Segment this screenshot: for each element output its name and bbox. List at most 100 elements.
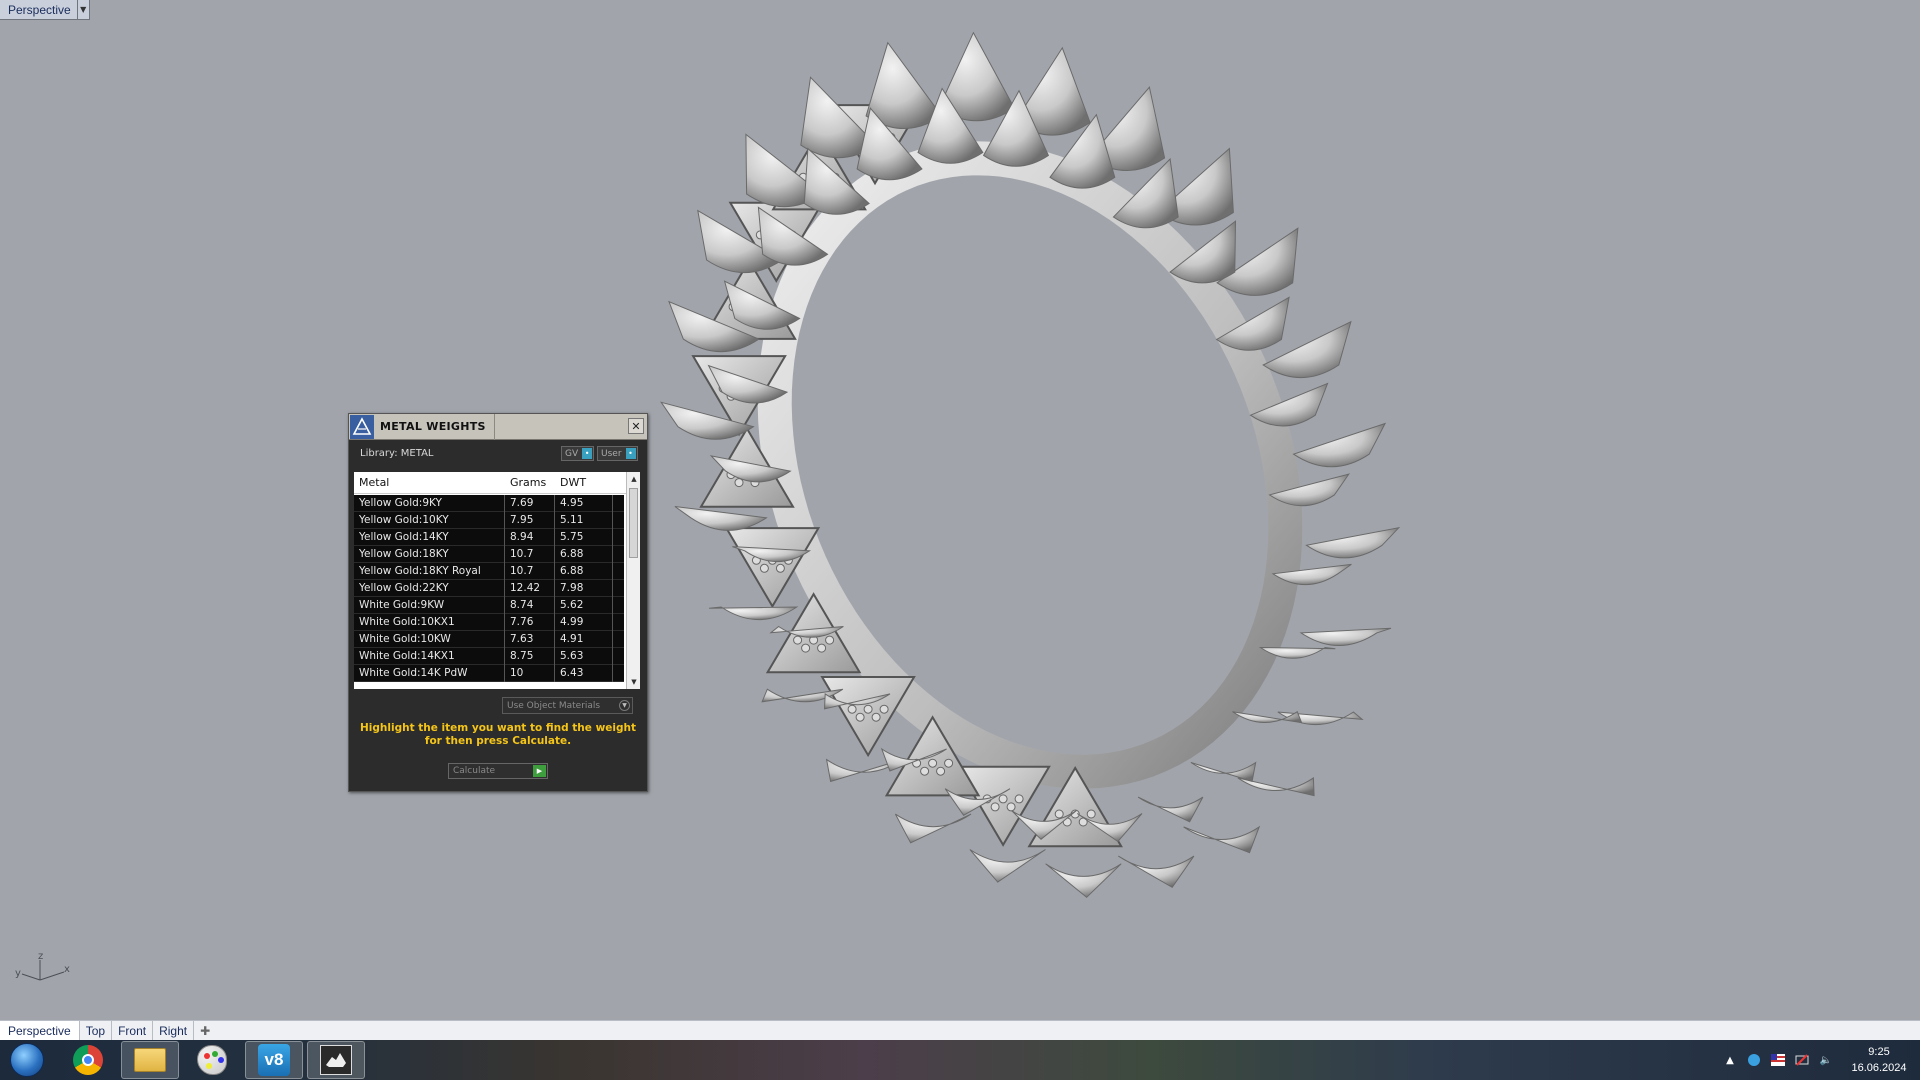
grams-cell: 7.63 <box>505 630 555 648</box>
table-row[interactable]: Yellow Gold:22KY 12.42 7.98 <box>354 579 624 597</box>
v8-icon: v8 <box>258 1044 290 1076</box>
cone-spike <box>969 849 1046 883</box>
clock[interactable]: 9:25 16.06.2024 <box>1848 1044 1910 1076</box>
metal-name-cell: Yellow Gold:18KY <box>354 545 505 563</box>
table-row[interactable]: Yellow Gold:18KY Royal 10.7 6.88 <box>354 562 624 580</box>
dwt-cell: 4.95 <box>555 494 613 512</box>
bead <box>855 712 865 722</box>
bead <box>793 635 803 645</box>
play-icon[interactable]: ▶ <box>533 765 546 777</box>
column-header-metal[interactable]: Metal <box>354 476 505 489</box>
dwt-cell: 5.63 <box>555 647 613 665</box>
dwt-cell: 6.88 <box>555 545 613 563</box>
folder-icon <box>134 1048 166 1072</box>
axis-y-label: y <box>15 968 21 979</box>
dwt-cell: 5.75 <box>555 528 613 546</box>
globe-icon[interactable] <box>1745 1051 1763 1069</box>
tab-right[interactable]: Right <box>153 1021 195 1040</box>
empty-cell <box>613 614 624 631</box>
calculate-button[interactable]: Calculate ▶ <box>448 763 548 779</box>
empty-cell <box>613 631 624 648</box>
bead <box>871 712 881 722</box>
bead <box>1054 809 1064 819</box>
grams-cell: 7.69 <box>505 494 555 512</box>
viewport-title[interactable]: Perspective ▼ <box>0 0 90 20</box>
user-toggle[interactable]: User • <box>597 446 638 461</box>
metal-weights-titlebar[interactable]: METAL WEIGHTS ✕ <box>349 414 647 440</box>
cone-spike <box>1045 863 1122 898</box>
paint-button[interactable] <box>183 1041 241 1079</box>
windows-logo-icon <box>10 1043 44 1077</box>
rhino-button[interactable] <box>307 1041 365 1079</box>
cone-spike <box>674 506 768 531</box>
grams-cell: 7.76 <box>505 613 555 631</box>
network-icon[interactable] <box>1793 1051 1811 1069</box>
start-button[interactable] <box>4 1042 50 1078</box>
language-flag-icon[interactable] <box>1769 1051 1787 1069</box>
table-row[interactable]: Yellow Gold:10KY 7.95 5.11 <box>354 511 624 529</box>
close-icon[interactable]: ✕ <box>628 418 644 434</box>
scroll-up-icon[interactable]: ▲ <box>627 472 640 486</box>
cone-spike <box>1305 526 1401 559</box>
column-header-dwt[interactable]: DWT <box>555 476 613 489</box>
metal-table-scrollbar[interactable]: ▲ ▼ <box>626 472 640 689</box>
grams-cell: 7.95 <box>505 511 555 529</box>
taskbar: v8 ▲ 🔈 9:25 16.06.2024 <box>0 1040 1920 1080</box>
show-hidden-icons-icon[interactable]: ▲ <box>1721 1051 1739 1069</box>
tab-perspective[interactable]: Perspective <box>0 1021 80 1040</box>
chevron-down-icon[interactable]: ▼ <box>619 700 630 711</box>
bead <box>928 758 938 768</box>
tab-top[interactable]: Top <box>80 1021 113 1040</box>
volume-icon[interactable]: 🔈 <box>1817 1051 1835 1069</box>
table-row[interactable]: White Gold:14K PdW 10 6.43 <box>354 664 624 682</box>
bead <box>944 758 954 768</box>
table-row[interactable]: White Gold:10KW 7.63 4.91 <box>354 630 624 648</box>
ring-model[interactable] <box>0 20 1920 1020</box>
paint-icon <box>197 1045 227 1075</box>
viewport-menu-arrow-icon[interactable]: ▼ <box>76 0 89 20</box>
empty-cell <box>613 529 624 546</box>
scroll-down-icon[interactable]: ▼ <box>627 675 640 689</box>
bead <box>759 563 769 573</box>
metal-name-cell: White Gold:10KX1 <box>354 613 505 631</box>
empty-cell <box>613 665 624 682</box>
axis-z-label: z <box>38 951 43 962</box>
clock-date: 16.06.2024 <box>1851 1062 1907 1074</box>
metal-table[interactable]: Metal Grams DWT Yellow Gold:9KY 7.69 4.95 Y… <box>354 472 640 689</box>
metal-weights-panel: METAL WEIGHTS ✕ Library: METAL GV • User… <box>348 413 648 792</box>
column-header-grams[interactable]: Grams <box>505 476 555 489</box>
table-row[interactable]: White Gold:14KX1 8.75 5.63 <box>354 647 624 665</box>
metal-name-cell: Yellow Gold:18KY Royal <box>354 562 505 580</box>
table-row[interactable]: Yellow Gold:14KY 8.94 5.75 <box>354 528 624 546</box>
viewport-title-label[interactable]: Perspective <box>0 3 77 17</box>
bead <box>1086 809 1096 819</box>
grams-cell: 12.42 <box>505 579 555 597</box>
dwt-cell: 6.88 <box>555 562 613 580</box>
metal-name-cell: Yellow Gold:9KY <box>354 494 505 512</box>
plus-icon[interactable]: ✚ <box>194 1021 216 1040</box>
grams-cell: 8.74 <box>505 596 555 614</box>
material-select[interactable]: Use Object Materials ▼ <box>502 697 633 714</box>
table-row[interactable]: Yellow Gold:9KY 7.69 4.95 <box>354 494 624 512</box>
explorer-button[interactable] <box>121 1041 179 1079</box>
calculate-label: Calculate <box>453 766 496 776</box>
metal-name-cell: Yellow Gold:10KY <box>354 511 505 529</box>
gv-toggle[interactable]: GV • <box>561 446 595 461</box>
scroll-thumb[interactable] <box>629 488 638 558</box>
perspective-viewport[interactable] <box>0 20 1920 1020</box>
tab-front[interactable]: Front <box>112 1021 154 1040</box>
matrix-logo-icon <box>350 414 374 439</box>
cone-spike <box>894 813 972 844</box>
table-row[interactable]: White Gold:9KW 8.74 5.62 <box>354 596 624 614</box>
axis-gizmo: x y z <box>14 950 74 990</box>
user-toggle-icon: • <box>625 448 636 459</box>
table-row[interactable]: White Gold:10KX1 7.76 4.99 <box>354 613 624 631</box>
v8-button[interactable]: v8 <box>245 1041 303 1079</box>
cone-spike <box>1137 796 1204 823</box>
rhino-icon <box>320 1045 352 1075</box>
bead <box>936 766 946 776</box>
table-row[interactable]: Yellow Gold:18KY 10.7 6.88 <box>354 545 624 563</box>
chrome-button[interactable] <box>59 1041 117 1079</box>
user-toggle-label: User <box>601 448 622 459</box>
bead <box>863 704 873 714</box>
